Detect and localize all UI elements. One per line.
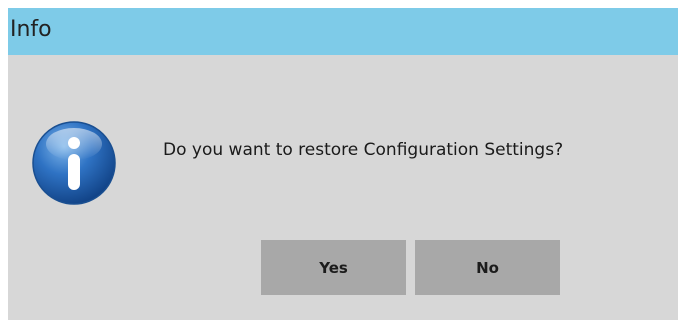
no-button[interactable]: No (415, 240, 560, 295)
yes-button[interactable]: Yes (261, 240, 406, 295)
info-icon (31, 120, 117, 206)
title-bar[interactable]: Info (8, 8, 678, 55)
info-dialog: Info Do you want to restore Configuratio… (8, 8, 678, 320)
dialog-title: Info (10, 17, 52, 42)
dialog-message: Do you want to restore Configuration Set… (163, 140, 564, 160)
